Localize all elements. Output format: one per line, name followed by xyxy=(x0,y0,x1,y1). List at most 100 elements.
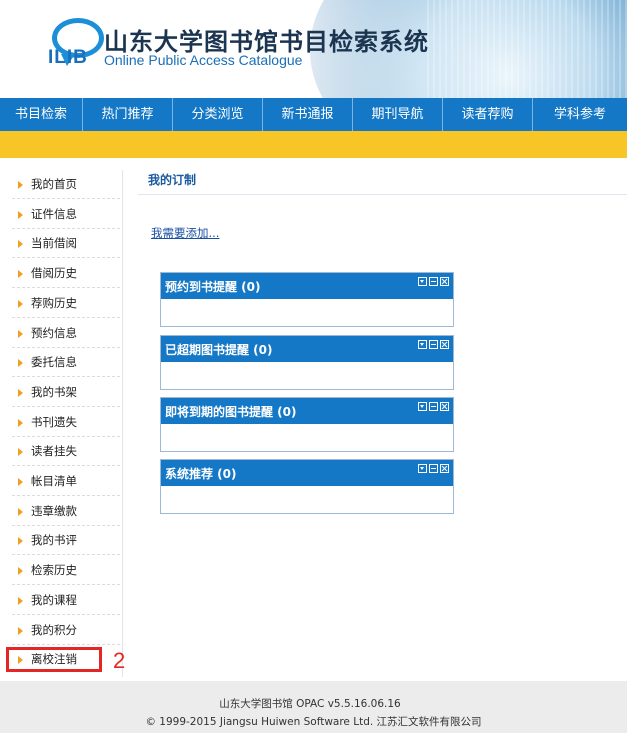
arrow-right-icon xyxy=(18,478,23,486)
sidebar-item-reservations[interactable]: 预约信息 xyxy=(12,319,120,348)
sidebar-item-label: 帐目清单 xyxy=(31,474,77,488)
arrow-right-icon xyxy=(18,240,23,249)
collapse-icon[interactable] xyxy=(418,402,427,411)
arrow-right-icon xyxy=(18,537,23,546)
nav-item-category-browse[interactable]: 分类浏览 xyxy=(173,98,263,131)
sidebar-item-my-courses[interactable]: 我的课程 xyxy=(12,586,120,615)
close-icon[interactable] xyxy=(440,464,449,473)
sidebar-item-delegations[interactable]: 委托信息 xyxy=(12,348,120,378)
minimize-icon[interactable] xyxy=(429,402,438,411)
arrow-right-icon xyxy=(18,359,23,368)
sidebar-item-loan-history[interactable]: 借阅历史 xyxy=(12,259,120,289)
panel-header: 系统推荐 (0) xyxy=(161,460,453,486)
footer-version: 山东大学图书馆 OPAC v5.5.16.06.16 xyxy=(0,696,627,711)
sidebar-item-label: 我的首页 xyxy=(31,177,77,191)
minimize-icon[interactable] xyxy=(429,277,438,286)
sidebar-item-my-home[interactable]: 我的首页 xyxy=(12,170,120,199)
arrow-right-icon xyxy=(18,418,23,427)
sidebar-item-label: 违章缴款 xyxy=(31,503,77,518)
panel-header: 即将到期的图书提醒 (0) xyxy=(161,398,453,424)
sidebar-item-label: 借阅历史 xyxy=(31,266,77,281)
panel-overdue: 已超期图书提醒 (0) xyxy=(160,335,454,390)
arrow-right-icon xyxy=(18,329,23,338)
arrow-right-icon xyxy=(18,626,23,635)
sidebar-item-lost-books[interactable]: 书刊遗失 xyxy=(12,408,120,437)
sidebar-item-label: 我的书评 xyxy=(31,533,77,548)
panel-body xyxy=(161,424,453,451)
sidebar-item-my-shelf[interactable]: 我的书架 xyxy=(12,378,120,407)
main-nav: 书目检索 热门推荐 分类浏览 新书通报 期刊导航 读者荐购 学科参考 xyxy=(0,98,627,131)
sidebar-item-current-loans[interactable]: 当前借阅 xyxy=(12,229,120,259)
site-subtitle: Online Public Access Catalogue xyxy=(104,52,303,68)
arrow-right-icon xyxy=(18,270,23,279)
sidebar-item-my-reviews[interactable]: 我的书评 xyxy=(12,526,120,556)
close-icon[interactable] xyxy=(440,340,449,349)
panel-header: 已超期图书提醒 (0) xyxy=(161,336,453,362)
nav-item-catalog-search[interactable]: 书目检索 xyxy=(0,98,83,131)
page-title: 我的订制 xyxy=(148,173,197,187)
collapse-icon[interactable] xyxy=(418,277,427,286)
collapse-icon[interactable] xyxy=(418,464,427,473)
panel-title: 系统推荐 (0) xyxy=(165,467,237,481)
page-header: ILIB 山东大学图书馆书目检索系统 Online Public Access … xyxy=(0,0,627,98)
arrow-right-icon xyxy=(18,388,23,397)
sidebar-item-account-list[interactable]: 帐目清单 xyxy=(12,467,120,496)
panel-title: 即将到期的图书提醒 (0) xyxy=(165,405,297,419)
title-divider xyxy=(138,194,627,195)
accent-bar xyxy=(0,131,627,158)
sidebar-item-label: 离校注销 xyxy=(31,652,77,666)
collapse-icon[interactable] xyxy=(418,340,427,349)
arrow-right-icon xyxy=(18,507,23,516)
panel-title: 预约到书提醒 (0) xyxy=(165,280,261,294)
minimize-icon[interactable] xyxy=(429,464,438,473)
sidebar: 我的首页 证件信息 当前借阅 借阅历史 荐购历史 预约信息 委托信息 我的书架 … xyxy=(0,170,123,677)
sidebar-item-label: 检索历史 xyxy=(31,563,77,578)
panel-due-soon: 即将到期的图书提醒 (0) xyxy=(160,397,454,452)
panel-body xyxy=(161,362,453,389)
sidebar-item-my-points[interactable]: 我的积分 xyxy=(12,616,120,645)
close-icon[interactable] xyxy=(440,402,449,411)
arrow-right-icon xyxy=(18,448,23,457)
footer-copyright: © 1999-2015 Jiangsu Huiwen Software Ltd.… xyxy=(0,714,627,729)
sidebar-item-label: 我的书架 xyxy=(31,384,77,399)
arrow-right-icon xyxy=(18,596,23,605)
arrow-right-icon xyxy=(18,210,23,219)
sidebar-item-label: 委托信息 xyxy=(31,355,77,370)
sidebar-item-label: 荐购历史 xyxy=(31,295,77,310)
arrow-right-icon xyxy=(18,567,23,576)
header-pattern xyxy=(427,0,627,98)
panel-title: 已超期图书提醒 (0) xyxy=(165,343,273,357)
add-subscription-link[interactable]: 我需要添加... xyxy=(151,225,219,241)
panel-header: 预约到书提醒 (0) xyxy=(161,273,453,299)
panel-body xyxy=(161,486,453,513)
annotation-number: 2 xyxy=(113,648,126,673)
sidebar-item-search-history[interactable]: 检索历史 xyxy=(12,556,120,586)
logo-text: ILIB xyxy=(48,47,88,68)
sidebar-item-label: 我的积分 xyxy=(31,622,77,637)
sidebar-item-recommend-history[interactable]: 荐购历史 xyxy=(12,289,120,318)
panel-system-recommend: 系统推荐 (0) xyxy=(160,459,454,514)
panel-reservation-arrival: 预约到书提醒 (0) xyxy=(160,272,454,327)
minimize-icon[interactable] xyxy=(429,340,438,349)
footer-version-text: 山东大学图书馆 OPAC v5.5.16.06.16 xyxy=(219,698,401,710)
nav-item-reader-recommend[interactable]: 读者荐购 xyxy=(443,98,533,131)
sidebar-item-label: 书刊遗失 xyxy=(31,414,77,429)
arrow-right-icon xyxy=(18,181,23,189)
sidebar-item-report-loss[interactable]: 读者挂失 xyxy=(12,437,120,467)
sidebar-item-label: 预约信息 xyxy=(31,325,77,340)
close-icon[interactable] xyxy=(440,277,449,286)
nav-item-subject-reference[interactable]: 学科参考 xyxy=(533,98,627,131)
sidebar-item-label: 我的课程 xyxy=(31,592,77,607)
footer-copyright-text: © 1999-2015 Jiangsu Huiwen Software Ltd.… xyxy=(145,716,482,728)
panel-body xyxy=(161,299,453,326)
sidebar-item-fine-payment[interactable]: 违章缴款 xyxy=(12,497,120,526)
sidebar-item-card-info[interactable]: 证件信息 xyxy=(12,200,120,229)
arrow-right-icon xyxy=(18,299,23,308)
page-footer: 山东大学图书馆 OPAC v5.5.16.06.16 © 1999-2015 J… xyxy=(0,681,627,733)
sidebar-item-label: 读者挂失 xyxy=(31,444,77,459)
sidebar-item-leave-school-cancel[interactable]: 离校注销 xyxy=(6,647,102,672)
nav-item-hot-recommend[interactable]: 热门推荐 xyxy=(83,98,173,131)
nav-item-journal-nav[interactable]: 期刊导航 xyxy=(353,98,443,131)
sidebar-item-label: 当前借阅 xyxy=(31,236,77,251)
nav-item-new-books[interactable]: 新书通报 xyxy=(263,98,353,131)
